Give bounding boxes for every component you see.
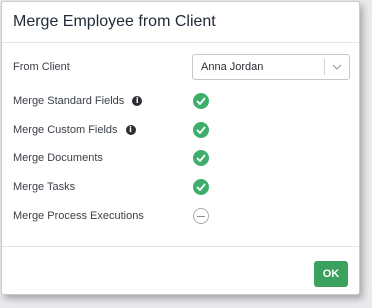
check-icon [196,183,206,191]
info-icon[interactable]: i [132,96,143,106]
merge-custom-fields-label: Merge Custom Fields i [13,124,136,136]
option-label: Merge Custom Fields [13,124,118,136]
dialog-title: Merge Employee from Client [13,13,216,30]
merge-tasks-label: Merge Tasks [13,181,76,193]
check-icon [196,97,206,105]
merge-documents-toggle[interactable] [193,150,209,166]
check-icon [196,154,206,162]
merge-standard-fields-row: Merge Standard Fields i [13,90,347,112]
from-client-label: From Client [13,61,70,73]
merge-process-executions-toggle[interactable] [193,208,209,224]
ok-button[interactable]: OK [314,261,348,287]
merge-standard-fields-toggle[interactable] [193,93,209,109]
merge-documents-label: Merge Documents [13,152,103,164]
merge-dialog: Merge Employee from Client From Client A… [1,1,360,295]
merge-standard-fields-label: Merge Standard Fields i [13,95,143,107]
merge-documents-row: Merge Documents [13,147,347,169]
from-client-value: Anna Jordan [201,61,264,73]
option-label: Merge Standard Fields [13,95,125,107]
from-client-select[interactable]: Anna Jordan [192,54,350,80]
check-icon [196,126,206,134]
minus-icon [197,215,205,217]
merge-custom-fields-row: Merge Custom Fields i [13,119,347,141]
merge-tasks-toggle[interactable] [193,179,209,195]
dialog-body: From Client Anna Jordan Merge Standard F… [2,43,359,247]
info-icon[interactable]: i [125,125,136,135]
dialog-header: Merge Employee from Client [2,2,359,43]
merge-tasks-row: Merge Tasks [13,176,347,198]
merge-process-executions-label: Merge Process Executions [13,210,144,222]
dialog-footer: OK [2,247,359,296]
merge-custom-fields-toggle[interactable] [193,122,209,138]
merge-process-executions-row: Merge Process Executions [13,205,347,227]
from-client-row: From Client Anna Jordan [13,54,350,80]
chevron-down-icon[interactable] [325,64,349,70]
